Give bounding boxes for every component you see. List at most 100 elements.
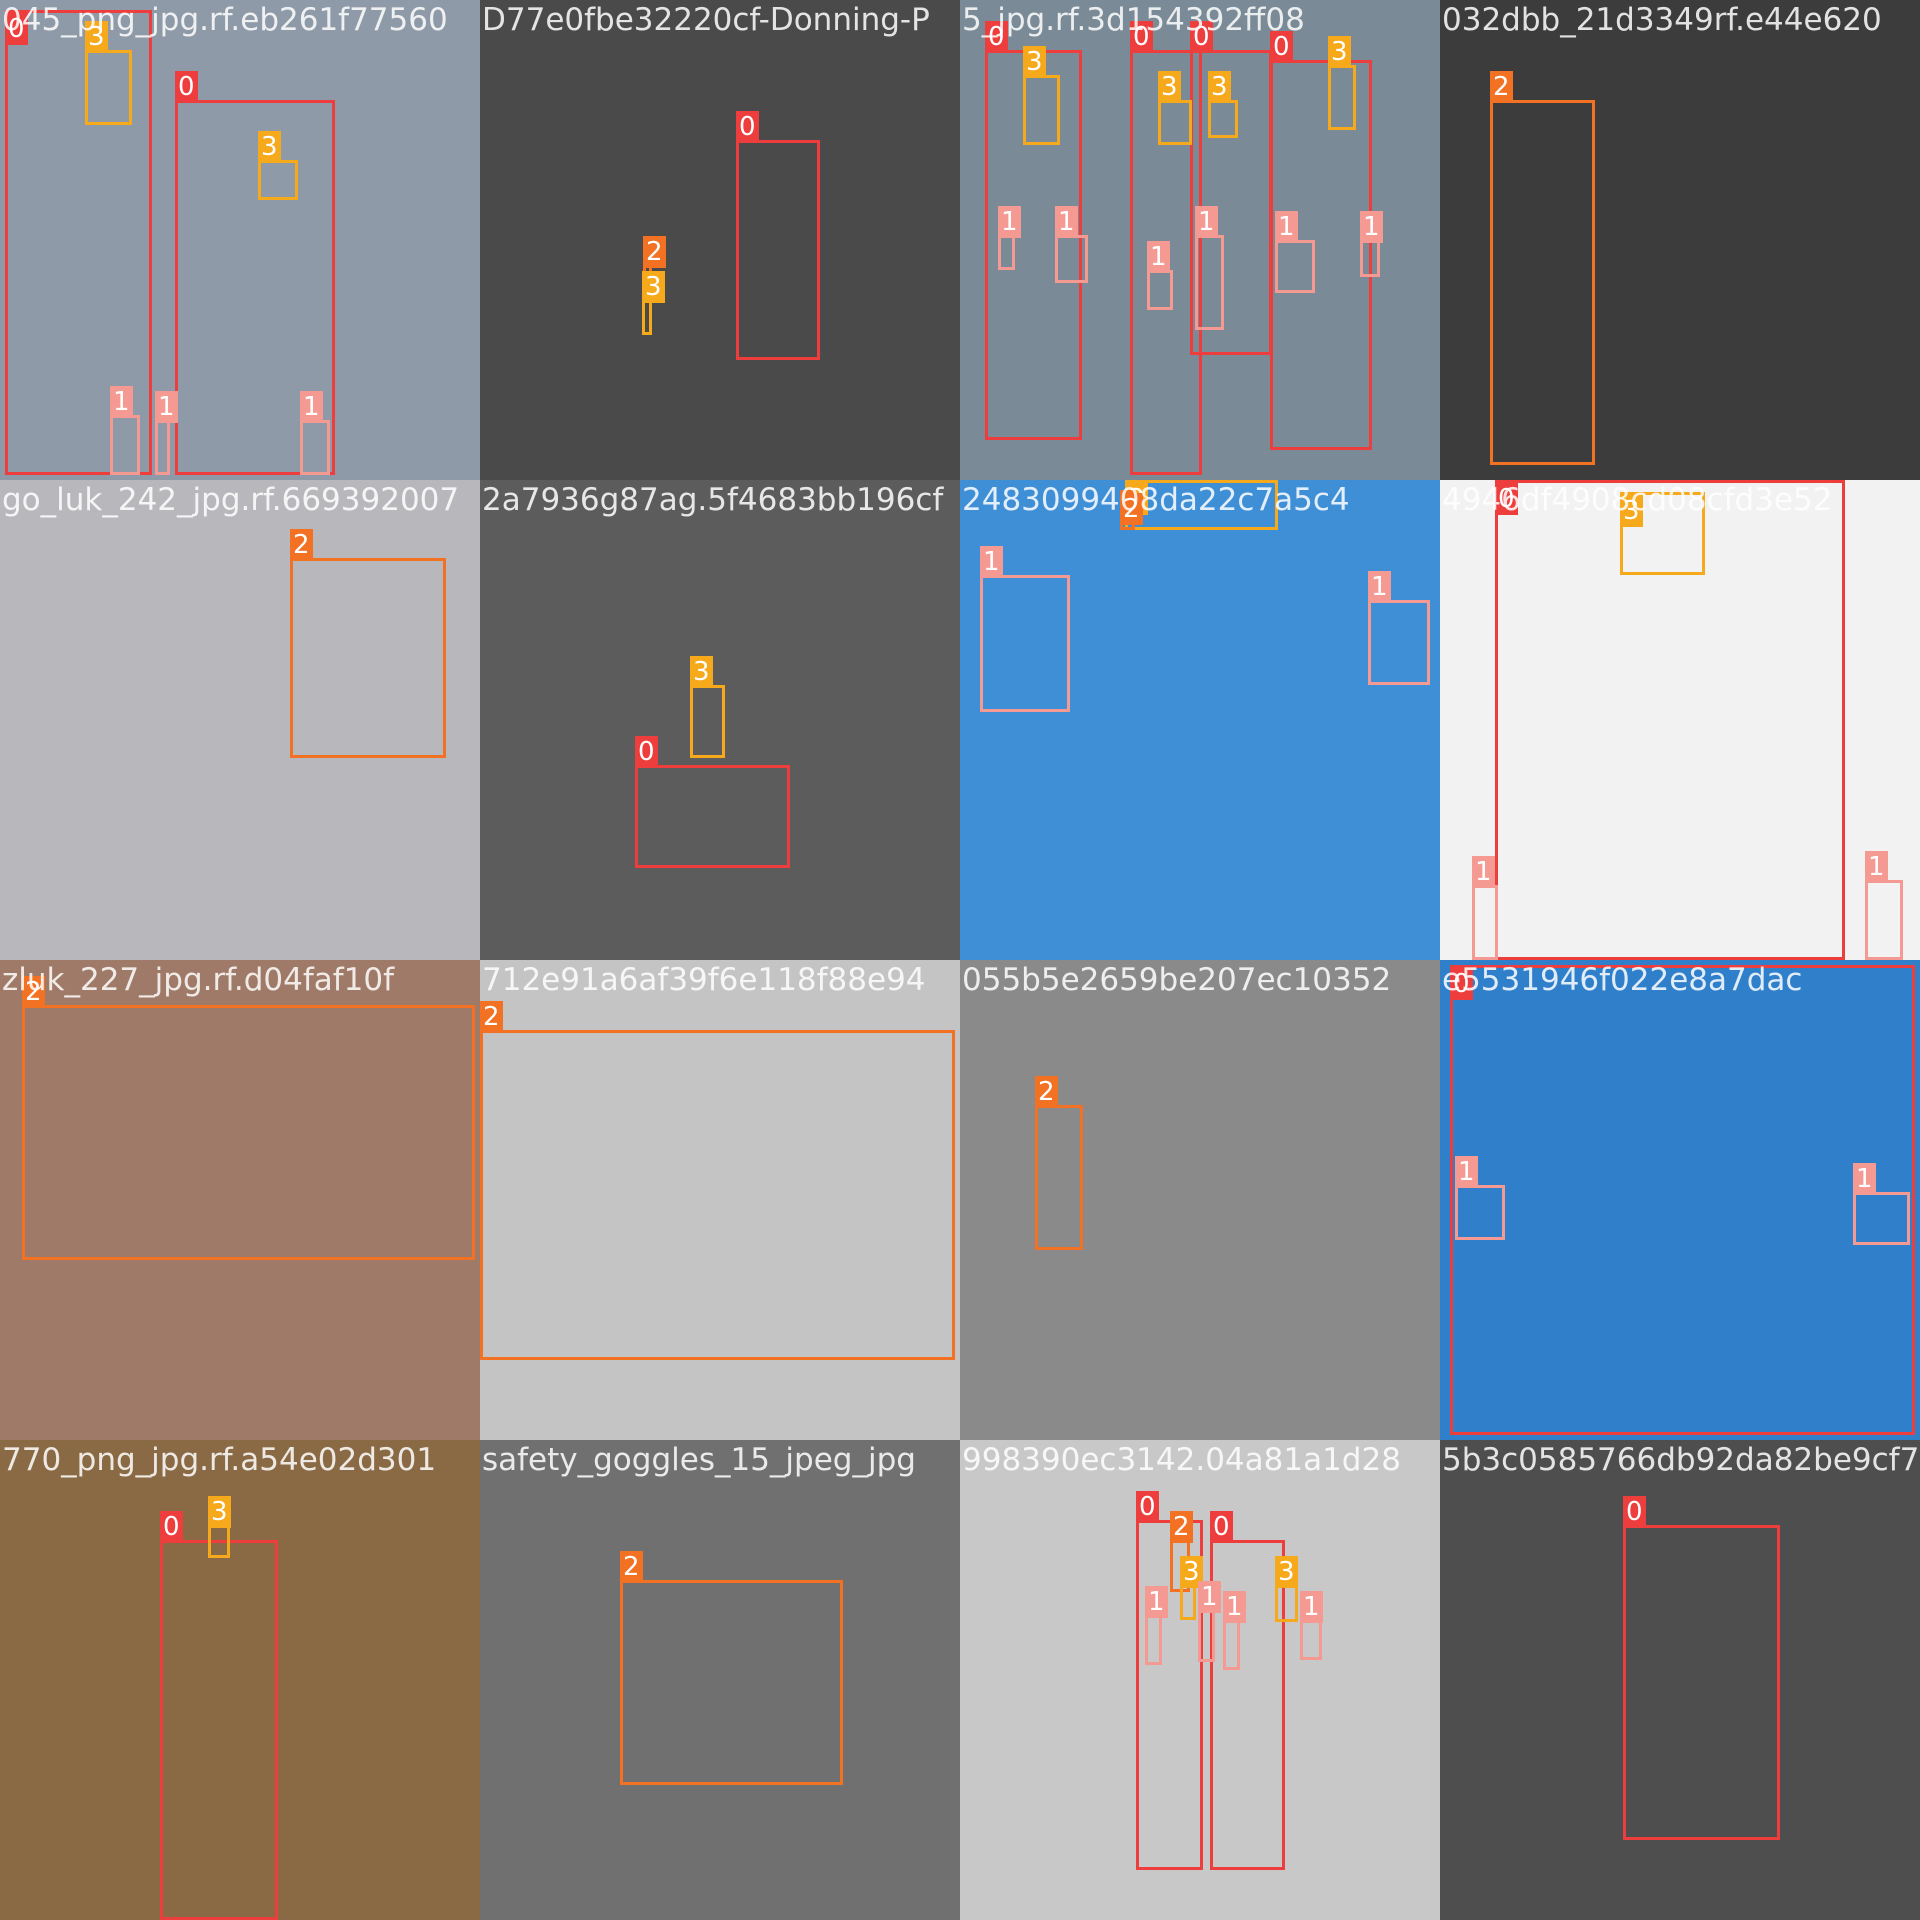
detection-box: 2	[1120, 490, 1143, 530]
detection-box: 3	[1208, 71, 1238, 138]
tile-6: 0 3 2a7936g87ag.5f4683bb196cf	[480, 480, 960, 960]
detection-box: 0	[160, 1511, 278, 1920]
class-label: 2	[22, 976, 45, 1008]
class-label: 3	[85, 21, 108, 53]
detection-box: 1	[998, 206, 1021, 270]
detection-box: 2	[290, 529, 446, 758]
tile-5: 2 go_luk_242_jpg.rf.669392007	[0, 480, 480, 960]
class-label: 0	[1210, 1511, 1233, 1543]
tile-14: 2 safety_goggles_15_jpeg_jpg	[480, 1440, 960, 1920]
tile-8: 0 3 1 1 4946df4908cd08cfd3e52	[1440, 480, 1920, 960]
class-label: 1	[1145, 1586, 1168, 1618]
class-label: 1	[1472, 856, 1495, 888]
class-label: 0	[1130, 21, 1153, 53]
class-label: 1	[110, 386, 133, 418]
detection-box: 1	[1275, 211, 1315, 293]
class-label: 3	[1328, 36, 1351, 68]
class-label: 1	[300, 391, 323, 423]
class-label: 3	[1620, 495, 1643, 527]
detection-box: 1	[1455, 1156, 1505, 1240]
class-label: 3	[1275, 1556, 1298, 1588]
tile-3: 0 0 0 0 3 3 3 3 1 1 1 1 1 1 5_jpg.rf.3d154392ff08	[960, 0, 1440, 480]
tile-12: 0 1 1 e5531946f022e8a7dac	[1440, 960, 1920, 1440]
detection-box: 3	[1180, 1556, 1203, 1620]
class-label: 3	[1208, 71, 1231, 103]
detection-box: 1	[1195, 206, 1224, 330]
class-label: 0	[5, 13, 28, 45]
tile-photo	[960, 480, 1440, 960]
detection-box: 0	[635, 736, 790, 868]
detection-box: 0	[1450, 965, 1915, 1435]
class-label: 1	[1275, 211, 1298, 243]
detection-box: 1	[1865, 851, 1903, 960]
class-label: 0	[1270, 31, 1293, 63]
detection-box: 1	[1147, 241, 1173, 310]
class-label: 2	[1490, 71, 1513, 103]
detection-box: 3	[690, 656, 725, 758]
tile-15: 0 0 2 3 3 1 1 1 1 998390ec3142.04a81a1d28	[960, 1440, 1440, 1920]
tile-9: 2 zluk_227_jpg.rf.d04faf10f	[0, 960, 480, 1440]
tile-11: 2 055b5e2659be207ec10352	[960, 960, 1440, 1440]
tile-10: 2 712e91a6af39f6e118f88e94	[480, 960, 960, 1440]
tile-photo	[480, 0, 960, 480]
detection-box: 2	[480, 1001, 955, 1360]
class-label: 2	[480, 1001, 503, 1033]
class-label: 1	[1853, 1163, 1876, 1195]
class-label: 1	[1865, 851, 1888, 883]
class-label: 1	[1368, 571, 1391, 603]
detection-box: 3	[1023, 46, 1060, 145]
detection-box: 1	[1853, 1163, 1910, 1245]
detection-box: 1	[110, 386, 140, 475]
detection-box: 3	[85, 21, 132, 125]
detection-box: 3	[642, 271, 665, 335]
detection-box: 3	[208, 1496, 231, 1558]
class-label: 2	[1120, 493, 1143, 525]
detection-box: 1	[1055, 206, 1088, 283]
class-label: 2	[643, 236, 666, 268]
detection-box: 1	[155, 391, 178, 475]
class-label: 1	[1147, 241, 1170, 273]
class-label: 1	[1055, 206, 1078, 238]
tile-2: 0 2 3 D77e0fbe32220cf-Donning-P	[480, 0, 960, 480]
detection-box: 1	[1145, 1586, 1168, 1665]
class-label: 0	[635, 736, 658, 768]
class-label: 0	[1623, 1496, 1646, 1528]
class-label: 1	[155, 391, 178, 423]
detection-box: 3	[1275, 1556, 1298, 1622]
class-label: 1	[1223, 1591, 1246, 1623]
detection-box: 2	[620, 1551, 843, 1785]
detection-mosaic: 0 0 3 3 1 1 1 045_png_jpg.rf.eb261f77560 0 2 3 D77e…	[0, 0, 1920, 1920]
detection-box: 2	[1490, 71, 1595, 465]
detection-box: 0	[736, 111, 820, 360]
detection-box: 1	[1368, 571, 1430, 685]
class-label: 1	[1198, 1581, 1221, 1613]
class-label: 0	[1495, 483, 1518, 515]
detection-box: 1	[1472, 856, 1498, 960]
tile-16: 0 5b3c0585766db92da82be9cf7	[1440, 1440, 1920, 1920]
class-label: 0	[160, 1511, 183, 1543]
class-label: 3	[690, 656, 713, 688]
class-label: 3	[1023, 46, 1046, 78]
tile-7: 32112483099408da22c7a5c4	[960, 480, 1440, 960]
class-label: 1	[1195, 206, 1218, 238]
detection-box: 1	[1198, 1581, 1221, 1662]
detection-box: 0	[1210, 1511, 1285, 1870]
detection-box: 1	[980, 546, 1070, 712]
class-label: 0	[1450, 968, 1473, 1000]
detection-box: 1	[1360, 211, 1383, 277]
detection-box: 1	[300, 391, 330, 475]
detection-box: 3	[1158, 71, 1192, 145]
detection-box: 3	[1125, 480, 1278, 530]
class-label: 2	[620, 1551, 643, 1583]
class-label: 1	[980, 546, 1003, 578]
detection-box: 3	[1328, 36, 1356, 130]
tile-4: 2 032dbb_21d3349rf.e44e620	[1440, 0, 1920, 480]
detection-box: 2	[1035, 1076, 1083, 1250]
tile-1: 0 0 3 3 1 1 1 045_png_jpg.rf.eb261f77560	[0, 0, 480, 480]
detection-box: 3	[258, 131, 298, 200]
class-label: 3	[642, 271, 665, 303]
class-label: 0	[1136, 1491, 1159, 1523]
class-label: 3	[258, 131, 281, 163]
class-label: 2	[1170, 1511, 1193, 1543]
detection-box: 1	[1223, 1591, 1246, 1670]
